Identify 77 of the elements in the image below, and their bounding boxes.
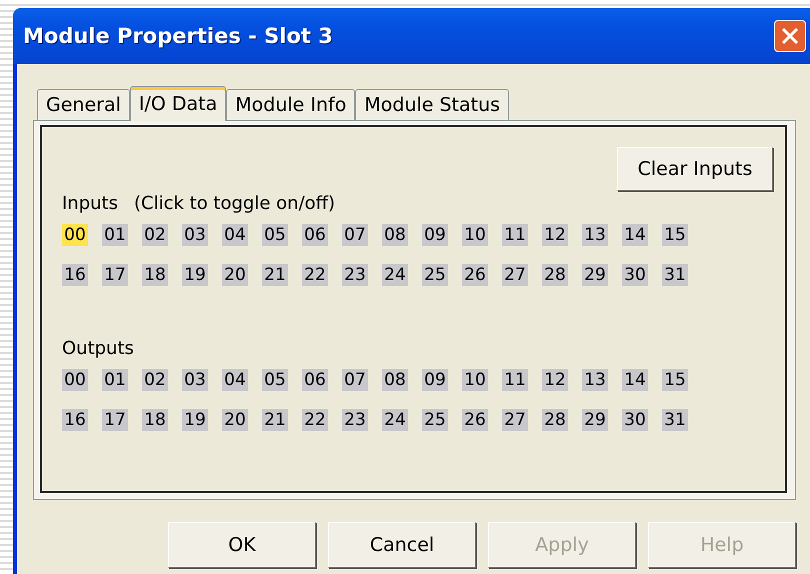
- bit-indicator: 09: [422, 369, 448, 391]
- tab[interactable]: General: [37, 89, 130, 120]
- bit-indicator: 24: [382, 409, 408, 431]
- bit-indicator: 20: [222, 409, 248, 431]
- bit-indicator[interactable]: 09: [422, 224, 448, 246]
- outputs-label: Outputs: [62, 338, 134, 359]
- bit-indicator: 16: [62, 409, 88, 431]
- bit-indicator[interactable]: 12: [542, 224, 568, 246]
- tab[interactable]: Module Status: [355, 89, 510, 120]
- bit-indicator: 27: [502, 409, 528, 431]
- dialog-button[interactable]: OK: [168, 522, 316, 568]
- bit-indicator: 25: [422, 409, 448, 431]
- bit-indicator: 00: [62, 369, 88, 391]
- bit-indicator: 11: [502, 369, 528, 391]
- bit-indicator[interactable]: 16: [62, 264, 88, 286]
- bit-indicator[interactable]: 29: [582, 264, 608, 286]
- bit-indicator: 18: [142, 409, 168, 431]
- bit-indicator: 29: [582, 409, 608, 431]
- bit-indicator[interactable]: 10: [462, 224, 488, 246]
- bit-indicator[interactable]: 13: [582, 224, 608, 246]
- close-button[interactable]: [774, 20, 806, 52]
- bit-indicator[interactable]: 14: [622, 224, 648, 246]
- clear-inputs-button[interactable]: Clear Inputs: [617, 147, 773, 191]
- bit-indicator[interactable]: 26: [462, 264, 488, 286]
- bit-indicator[interactable]: 15: [662, 224, 688, 246]
- bit-indicator: 22: [302, 409, 328, 431]
- bit-indicator[interactable]: 22: [302, 264, 328, 286]
- bit-indicator: 07: [342, 369, 368, 391]
- bit-indicator[interactable]: 03: [182, 224, 208, 246]
- bit-indicator: 21: [262, 409, 288, 431]
- bit-indicator[interactable]: 05: [262, 224, 288, 246]
- bit-indicator: 15: [662, 369, 688, 391]
- bit-indicator[interactable]: 25: [422, 264, 448, 286]
- bit-indicator[interactable]: 07: [342, 224, 368, 246]
- bit-indicator: 13: [582, 369, 608, 391]
- tab[interactable]: Module Info: [226, 89, 356, 120]
- bit-indicator: 19: [182, 409, 208, 431]
- bit-indicator[interactable]: 02: [142, 224, 168, 246]
- bit-indicator[interactable]: 04: [222, 224, 248, 246]
- bit-indicator[interactable]: 08: [382, 224, 408, 246]
- bit-indicator: 14: [622, 369, 648, 391]
- bit-indicator[interactable]: 00: [62, 224, 88, 246]
- bit-indicator[interactable]: 19: [182, 264, 208, 286]
- bit-indicator: 17: [102, 409, 128, 431]
- bit-indicator[interactable]: 30: [622, 264, 648, 286]
- bit-indicator[interactable]: 23: [342, 264, 368, 286]
- bit-indicator[interactable]: 06: [302, 224, 328, 246]
- hint-text: (Click to toggle on/off): [134, 193, 336, 214]
- bit-indicator[interactable]: 17: [102, 264, 128, 286]
- bit-indicator: 26: [462, 409, 488, 431]
- bit-indicator[interactable]: 18: [142, 264, 168, 286]
- bit-indicator: 03: [182, 369, 208, 391]
- bit-indicator: 06: [302, 369, 328, 391]
- bit-indicator[interactable]: 11: [502, 224, 528, 246]
- bit-indicator: 01: [102, 369, 128, 391]
- bit-indicator: 05: [262, 369, 288, 391]
- dialog-button[interactable]: Cancel: [328, 522, 476, 568]
- bit-indicator: 12: [542, 369, 568, 391]
- bit-indicator: 23: [342, 409, 368, 431]
- bit-indicator[interactable]: 31: [662, 264, 688, 286]
- bit-indicator: 30: [622, 409, 648, 431]
- bit-indicator: 10: [462, 369, 488, 391]
- bit-indicator[interactable]: 27: [502, 264, 528, 286]
- bit-indicator[interactable]: 21: [262, 264, 288, 286]
- bit-indicator[interactable]: 24: [382, 264, 408, 286]
- bit-indicator: 04: [222, 369, 248, 391]
- bit-indicator[interactable]: 20: [222, 264, 248, 286]
- bit-indicator[interactable]: 01: [102, 224, 128, 246]
- bit-indicator: 28: [542, 409, 568, 431]
- bit-indicator: 31: [662, 409, 688, 431]
- inputs-label: Inputs: [62, 193, 118, 214]
- bit-indicator: 08: [382, 369, 408, 391]
- close-icon: [780, 26, 800, 46]
- bit-indicator[interactable]: 28: [542, 264, 568, 286]
- tab[interactable]: I/O Data: [130, 86, 226, 121]
- window-title: Module Properties - Slot 3: [23, 24, 333, 48]
- bit-indicator: 02: [142, 369, 168, 391]
